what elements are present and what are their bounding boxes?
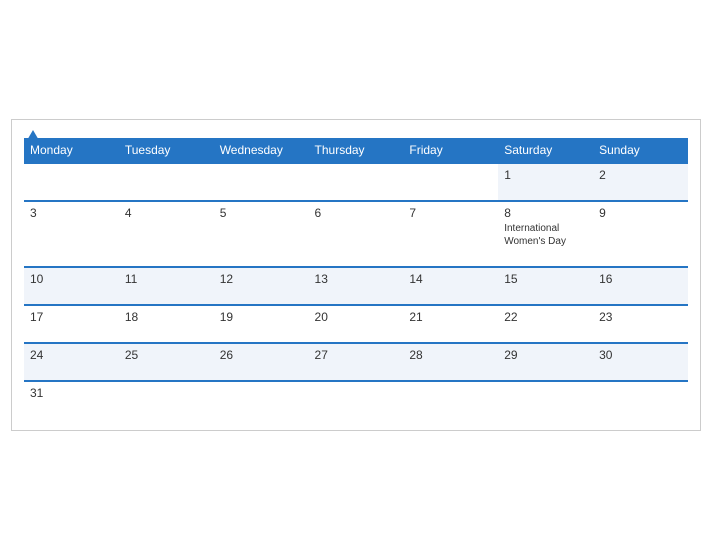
calendar-body: 12345678International Women's Day9101112… [24,163,688,418]
calendar-day-cell: 1 [498,163,593,201]
calendar-day-cell: 11 [119,267,214,305]
day-number: 19 [220,310,303,324]
day-number: 27 [315,348,398,362]
weekday-header: Sunday [593,138,688,163]
day-number: 12 [220,272,303,286]
calendar-day-cell: 24 [24,343,119,381]
day-number: 24 [30,348,113,362]
logo-triangle-icon [26,130,40,142]
day-number: 20 [315,310,398,324]
weekday-header: Thursday [309,138,404,163]
calendar-day-cell: 28 [403,343,498,381]
day-number: 1 [504,168,587,182]
calendar-day-cell: 18 [119,305,214,343]
calendar-week-row: 345678 International Women's Day 9 [24,201,688,267]
day-number: 18 [125,310,208,324]
day-number: 25 [125,348,208,362]
day-number: 14 [409,272,492,286]
day-number: 23 [599,310,682,324]
calendar-day-cell: 2 [593,163,688,201]
day-number: 22 [504,310,587,324]
calendar-day-cell: 10 [24,267,119,305]
calendar-day-cell: 13 [309,267,404,305]
calendar-week-row: 10 11 12 13 14 15 16 [24,267,688,305]
calendar-day-cell: 31 [24,381,119,418]
weekday-header: Saturday [498,138,593,163]
calendar-day-cell [403,381,498,418]
day-number: 5 [220,206,303,220]
calendar-day-cell: 30 [593,343,688,381]
weekday-header: Wednesday [214,138,309,163]
calendar-day-cell: 23 [593,305,688,343]
calendar-day-cell [214,163,309,201]
weekday-header: Tuesday [119,138,214,163]
calendar-day-cell: 4 [119,201,214,267]
calendar-day-cell: 21 [403,305,498,343]
calendar-day-cell [593,381,688,418]
calendar-header-row: MondayTuesdayWednesdayThursdayFridaySatu… [24,138,688,163]
calendar-day-cell: 26 [214,343,309,381]
calendar-day-cell: 7 [403,201,498,267]
calendar-day-cell: 9 [593,201,688,267]
calendar-day-cell: 5 [214,201,309,267]
calendar-day-cell: 16 [593,267,688,305]
day-number: 2 [599,168,682,182]
day-number: 11 [125,272,208,286]
calendar-day-cell: 20 [309,305,404,343]
calendar-day-cell: 27 [309,343,404,381]
calendar-day-cell: 25 [119,343,214,381]
day-number: 8 [504,206,587,220]
calendar-day-cell: 12 [214,267,309,305]
day-number: 30 [599,348,682,362]
day-number: 3 [30,206,113,220]
day-number: 7 [409,206,492,220]
calendar-day-cell [119,381,214,418]
logo [24,130,40,142]
day-event: International Women's Day [504,222,587,248]
day-number: 10 [30,272,113,286]
day-number: 31 [30,386,113,400]
calendar-week-row: 17 18 19 20 21 22 23 [24,305,688,343]
day-number: 21 [409,310,492,324]
calendar-day-cell: 29 [498,343,593,381]
calendar-week-row: 24 25 26 27 28 29 30 [24,343,688,381]
day-number: 13 [315,272,398,286]
calendar-day-cell [498,381,593,418]
day-number: 6 [315,206,398,220]
day-number: 28 [409,348,492,362]
day-number: 26 [220,348,303,362]
calendar-day-cell [24,163,119,201]
calendar-container: MondayTuesdayWednesdayThursdayFridaySatu… [11,119,701,431]
calendar-week-row: 31 [24,381,688,418]
calendar-day-cell: 19 [214,305,309,343]
calendar-day-cell [119,163,214,201]
day-number: 16 [599,272,682,286]
calendar-day-cell: 8 International Women's Day [498,201,593,267]
day-number: 9 [599,206,682,220]
calendar-day-cell [403,163,498,201]
calendar-day-cell: 17 [24,305,119,343]
day-number: 17 [30,310,113,324]
calendar-day-cell: 15 [498,267,593,305]
day-number: 4 [125,206,208,220]
calendar-day-cell: 3 [24,201,119,267]
day-number: 29 [504,348,587,362]
calendar-day-cell [214,381,309,418]
calendar-day-cell: 22 [498,305,593,343]
calendar-day-cell [309,381,404,418]
calendar-table: MondayTuesdayWednesdayThursdayFridaySatu… [24,138,688,418]
calendar-day-cell: 14 [403,267,498,305]
weekday-header: Friday [403,138,498,163]
calendar-day-cell: 6 [309,201,404,267]
day-number: 15 [504,272,587,286]
calendar-day-cell [309,163,404,201]
calendar-week-row: 12 [24,163,688,201]
